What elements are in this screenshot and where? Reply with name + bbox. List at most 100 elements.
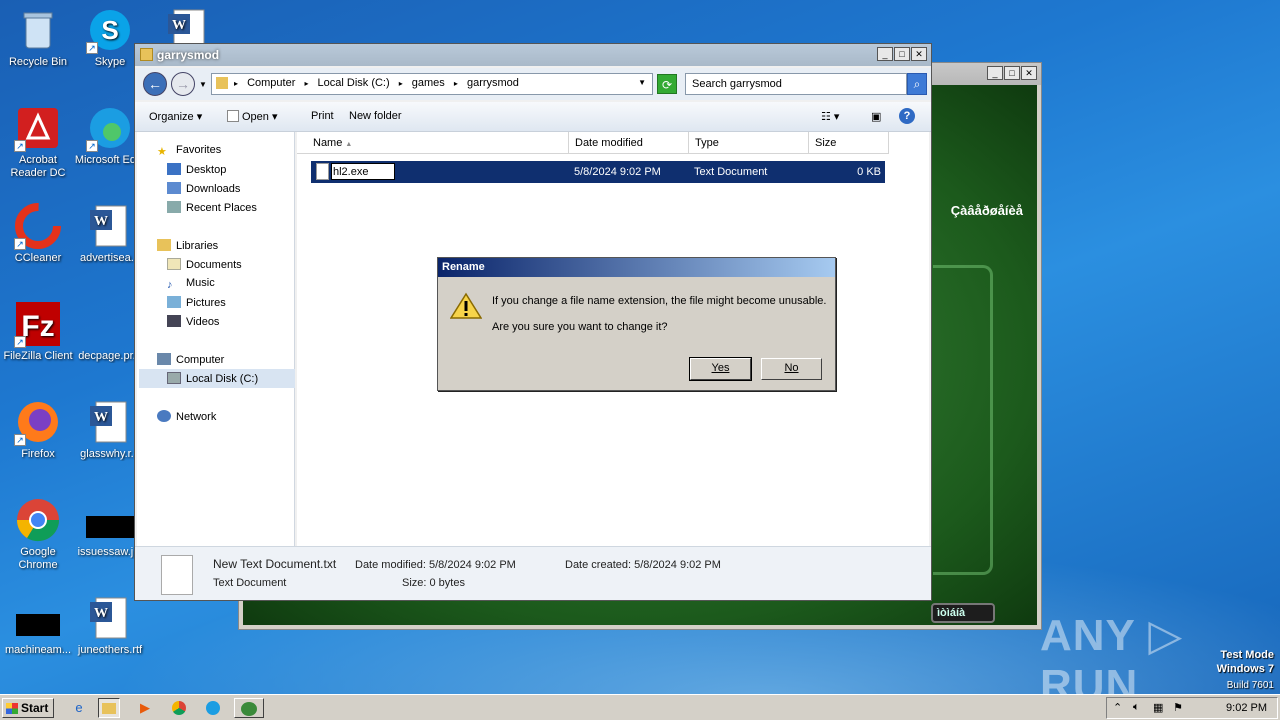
clock[interactable]: 9:02 PM [1226, 702, 1267, 714]
maximize-button[interactable]: □ [1004, 66, 1020, 80]
tray-expand-icon[interactable]: ⌃ [1113, 701, 1122, 714]
help-icon[interactable]: ? [899, 108, 915, 124]
start-button[interactable]: Start [2, 698, 54, 718]
rename-field[interactable]: hl2.exe [331, 163, 395, 180]
ie-icon[interactable]: e [68, 698, 90, 718]
preview-pane-icon[interactable]: ▣ [871, 110, 881, 123]
back-arrow-icon[interactable]: ← [143, 72, 167, 96]
nav-downloads[interactable]: Downloads [167, 182, 240, 195]
chevron-down-icon[interactable]: ▼ [638, 78, 646, 87]
nav-music[interactable]: ♪ Music [167, 277, 215, 291]
text-file-icon [316, 163, 329, 180]
system-tray: ⌃ 🔈︎ ▦ ⚑ 9:02 PM [1106, 697, 1278, 719]
chrome-icon[interactable] [168, 698, 190, 718]
folder-icon [140, 48, 153, 61]
desktop-icon-recycle-bin[interactable]: Recycle Bin [0, 6, 76, 69]
nav-desktop[interactable]: Desktop [167, 163, 226, 176]
nav-recent-places[interactable]: Recent Places [167, 201, 257, 214]
action-center-flag-icon[interactable]: ⚑ [1173, 701, 1183, 714]
nav-network[interactable]: Network [157, 410, 216, 423]
nav-videos[interactable]: Videos [167, 315, 219, 328]
game-panel [933, 265, 993, 575]
downloads-icon [167, 182, 181, 194]
breadcrumb-games[interactable]: games [412, 77, 445, 89]
media-player-icon[interactable]: ▶ [134, 698, 156, 718]
nav-libraries[interactable]: Libraries [157, 239, 218, 252]
address-bar[interactable]: ▸ Computer ▸ Local Disk (C:) ▸ games ▸ g… [211, 73, 653, 95]
open-button[interactable]: Open ▾ [227, 110, 278, 123]
ccleaner-icon: ↗ [14, 202, 62, 250]
dialog-message: If you change a file name extension, the… [492, 295, 827, 307]
desktop-icon-juneothers[interactable]: W juneothers.rtf [72, 594, 148, 657]
filezilla-icon: Fz ↗ [14, 300, 62, 348]
edge-icon[interactable] [202, 698, 224, 718]
window-title: garrysmod [157, 48, 220, 62]
new-folder-button[interactable]: New folder [349, 110, 402, 122]
minimize-button[interactable]: _ [877, 47, 893, 61]
details-filename: New Text Document.txt [213, 557, 337, 571]
details-date-modified: Date modified: 5/8/2024 9:02 PM [355, 559, 516, 571]
firefox-icon: ↗ [14, 398, 62, 446]
yes-button[interactable]: Yes [689, 357, 752, 381]
volume-icon[interactable]: 🔈︎ [1133, 701, 1140, 714]
column-header-size[interactable]: Size [809, 132, 889, 154]
view-options-icon[interactable]: ☷ ▾ [821, 110, 839, 123]
network-tray-icon[interactable]: ▦ [1153, 701, 1163, 714]
svg-text:W: W [172, 18, 186, 33]
nav-pictures[interactable]: Pictures [167, 296, 226, 309]
breadcrumb-computer[interactable]: Computer [247, 77, 295, 89]
nav-computer[interactable]: Computer [157, 353, 224, 366]
word-doc-icon: W [86, 202, 134, 250]
desktop-icon-firefox[interactable]: ↗ Firefox [0, 398, 76, 461]
desktop-icon-chrome[interactable]: Google Chrome [0, 496, 76, 572]
desktop-icon-filezilla[interactable]: Fz ↗ FileZilla Client [0, 300, 76, 363]
no-button[interactable]: No [761, 358, 822, 380]
dialog-title: Rename [438, 258, 835, 277]
svg-text:W: W [94, 410, 108, 425]
nav-local-disk[interactable]: Local Disk (C:) [167, 372, 258, 385]
organize-button[interactable]: Organize ▾ [149, 110, 202, 123]
minimize-button[interactable]: _ [987, 66, 1003, 80]
black-file-icon [86, 496, 134, 544]
star-icon: ★ [157, 146, 167, 158]
game-taskbar-icon[interactable] [234, 698, 264, 718]
sort-ascending-icon: ▲ [345, 141, 353, 148]
column-header-date[interactable]: Date modified [569, 132, 689, 154]
breadcrumb-local-disk[interactable]: Local Disk (C:) [318, 77, 390, 89]
close-button[interactable]: ✕ [911, 47, 927, 61]
column-header-name[interactable]: Name ▲ [297, 132, 569, 154]
history-dropdown-icon[interactable]: ▼ [199, 80, 207, 89]
explorer-folder-icon[interactable] [98, 698, 120, 718]
word-doc-icon: W [86, 398, 134, 446]
table-row[interactable]: hl2.exe 5/8/2024 9:02 PM Text Document 0… [311, 161, 885, 183]
command-bar: Organize ▾ Open ▾ Print New folder ☷ ▾ ▣… [135, 102, 931, 132]
nav-favorites[interactable]: ★ Favorites [157, 144, 221, 158]
pictures-icon [167, 296, 181, 308]
desktop-icon-ccleaner[interactable]: ↗ CCleaner [0, 202, 76, 265]
chrome-icon [14, 496, 62, 544]
maximize-button[interactable]: □ [894, 47, 910, 61]
search-icon[interactable]: ⌕ [907, 73, 927, 95]
svg-text:W: W [94, 606, 108, 621]
folder-icon [216, 77, 228, 89]
refresh-icon[interactable]: ⟳ [657, 74, 677, 94]
explorer-titlebar[interactable]: garrysmod _ □ ✕ [135, 44, 931, 66]
game-menu-text[interactable]: Çàâåðøåíèå [951, 203, 1023, 218]
svg-text:Fz: Fz [21, 310, 54, 343]
column-header-type[interactable]: Type [689, 132, 809, 154]
recycle-bin-icon [14, 6, 62, 54]
row-date: 5/8/2024 9:02 PM [574, 166, 661, 178]
search-input[interactable]: Search garrysmod [685, 73, 907, 95]
rename-dialog[interactable]: Rename If you change a file name extensi… [437, 257, 836, 391]
game-button[interactable]: ìòìáíà [931, 603, 995, 623]
desktop-icon-acrobat[interactable]: ↗ Acrobat Reader DC [0, 104, 76, 180]
address-bar-area: ← → ▼ ▸ Computer ▸ Local Disk (C:) ▸ gam… [135, 68, 931, 100]
word-doc-icon: W [86, 594, 134, 642]
details-pane: New Text Document.txt Date modified: 5/8… [135, 546, 931, 600]
nav-documents[interactable]: Documents [167, 258, 242, 271]
desktop-icon-machineam[interactable]: machineam... [0, 594, 76, 657]
close-button[interactable]: ✕ [1021, 66, 1037, 80]
forward-arrow-icon[interactable]: → [171, 72, 195, 96]
breadcrumb-garrysmod[interactable]: garrysmod [467, 77, 519, 89]
print-button[interactable]: Print [311, 110, 334, 122]
